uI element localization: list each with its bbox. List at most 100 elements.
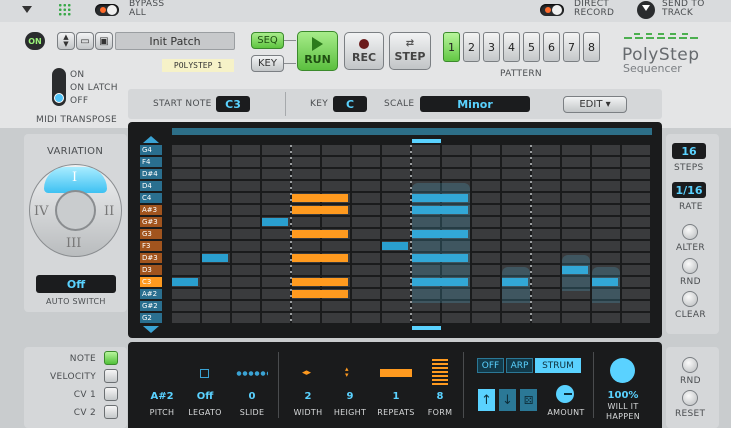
grid-cell[interactable] — [382, 265, 410, 275]
alter-button[interactable] — [682, 224, 698, 240]
grid-cell[interactable] — [232, 313, 260, 323]
variation-ii-label[interactable]: II — [104, 204, 114, 219]
grid-cell[interactable] — [352, 301, 380, 311]
grid-cell[interactable] — [532, 289, 560, 299]
grid-cell[interactable] — [322, 145, 350, 155]
grid-cell[interactable] — [472, 193, 500, 203]
grid-cell[interactable] — [472, 313, 500, 323]
power-button[interactable]: ON — [25, 32, 45, 50]
pattern-button-2[interactable]: 2 — [463, 32, 480, 62]
grid-cell[interactable] — [592, 169, 620, 179]
grid-cell[interactable] — [622, 313, 650, 323]
grid-cell[interactable] — [592, 313, 620, 323]
grid-cell[interactable] — [502, 181, 530, 191]
pattern-button-7[interactable]: 7 — [563, 32, 580, 62]
grid-cell[interactable] — [472, 289, 500, 299]
note-block[interactable] — [292, 278, 348, 286]
grid-cell[interactable] — [472, 217, 500, 227]
grid-cell[interactable] — [352, 277, 380, 287]
grid-cell[interactable] — [622, 277, 650, 287]
lane-toggle-note[interactable] — [104, 351, 118, 365]
grid-cell[interactable] — [202, 145, 230, 155]
grid-cell[interactable] — [382, 277, 410, 287]
grid-cell[interactable] — [382, 289, 410, 299]
grid-cell[interactable] — [262, 265, 290, 275]
grid-cell[interactable] — [412, 169, 440, 179]
grid-cell[interactable] — [352, 265, 380, 275]
grid-cell[interactable] — [202, 289, 230, 299]
grid-cell[interactable] — [232, 277, 260, 287]
grid-cell[interactable] — [502, 253, 530, 263]
width-value[interactable]: 2 — [290, 391, 326, 402]
grid-cell[interactable] — [202, 229, 230, 239]
grid-cell[interactable] — [262, 277, 290, 287]
grid-cell[interactable] — [232, 145, 260, 155]
grid-cell[interactable] — [592, 181, 620, 191]
grid-cell[interactable] — [232, 229, 260, 239]
grid-cell[interactable] — [172, 193, 200, 203]
grid-cell[interactable] — [412, 313, 440, 323]
grid-cell[interactable] — [292, 181, 320, 191]
grid-cell[interactable] — [262, 241, 290, 251]
grid-cell[interactable] — [592, 253, 620, 263]
grid-cell[interactable] — [592, 193, 620, 203]
grid-cell[interactable] — [322, 217, 350, 227]
grid-cell[interactable] — [382, 205, 410, 215]
grid-cell[interactable] — [562, 169, 590, 179]
direct-record-toggle[interactable] — [540, 4, 564, 16]
lane-toggle-cv1[interactable] — [104, 387, 118, 401]
grid-cell[interactable] — [622, 193, 650, 203]
grid-cell[interactable] — [502, 313, 530, 323]
grid-cell[interactable] — [262, 229, 290, 239]
grid-cell[interactable] — [262, 253, 290, 263]
rnd-params-button[interactable] — [682, 357, 698, 373]
grid-cell[interactable] — [202, 181, 230, 191]
patch-arrows-button[interactable]: ▲ ▼ — [57, 32, 75, 50]
grid-cell[interactable] — [532, 205, 560, 215]
key-display[interactable]: C — [333, 96, 367, 112]
grid-cell[interactable] — [262, 289, 290, 299]
grid-cell[interactable] — [202, 265, 230, 275]
grid-cell[interactable] — [292, 217, 320, 227]
grid-cell[interactable] — [172, 241, 200, 251]
scale-display[interactable]: Minor — [420, 96, 530, 112]
grid-cell[interactable] — [532, 241, 560, 251]
note-block[interactable] — [292, 194, 348, 202]
grid-cell[interactable] — [352, 193, 380, 203]
grid-cell[interactable] — [472, 169, 500, 179]
variation-iv-label[interactable]: IV — [34, 204, 49, 219]
pattern-button-1[interactable]: 1 — [443, 32, 460, 62]
grid-cell[interactable] — [352, 145, 380, 155]
grid-cell[interactable] — [172, 265, 200, 275]
grid-cell[interactable] — [532, 181, 560, 191]
note-block[interactable] — [382, 242, 408, 250]
grid-cell[interactable] — [592, 241, 620, 251]
grid-cell[interactable] — [322, 313, 350, 323]
grid-cell[interactable] — [502, 229, 530, 239]
grid-cell[interactable] — [262, 157, 290, 167]
grid-cell[interactable] — [292, 169, 320, 179]
strum-down-button[interactable]: ↓ — [499, 389, 516, 411]
slide-value[interactable]: 0 — [233, 391, 271, 402]
legato-value[interactable]: Off — [186, 391, 224, 402]
grid-cell[interactable] — [352, 181, 380, 191]
grid-cell[interactable] — [502, 193, 530, 203]
grid-cell[interactable] — [532, 301, 560, 311]
note-block[interactable] — [292, 254, 348, 262]
grid-cell[interactable] — [382, 301, 410, 311]
grid-cell[interactable] — [202, 277, 230, 287]
grid-cell[interactable] — [532, 229, 560, 239]
grid-cell[interactable] — [562, 205, 590, 215]
grid-cell[interactable] — [262, 145, 290, 155]
grid-cell[interactable] — [382, 253, 410, 263]
grid-cell[interactable] — [592, 229, 620, 239]
grid-cell[interactable] — [442, 157, 470, 167]
variation-iii-label[interactable]: III — [66, 236, 81, 251]
grid-cell[interactable] — [172, 313, 200, 323]
grid-cell[interactable] — [202, 313, 230, 323]
grid-cell[interactable] — [172, 289, 200, 299]
grid-cell[interactable] — [292, 265, 320, 275]
grid-cell[interactable] — [202, 205, 230, 215]
pattern-button-8[interactable]: 8 — [583, 32, 600, 62]
grid-cell[interactable] — [172, 181, 200, 191]
